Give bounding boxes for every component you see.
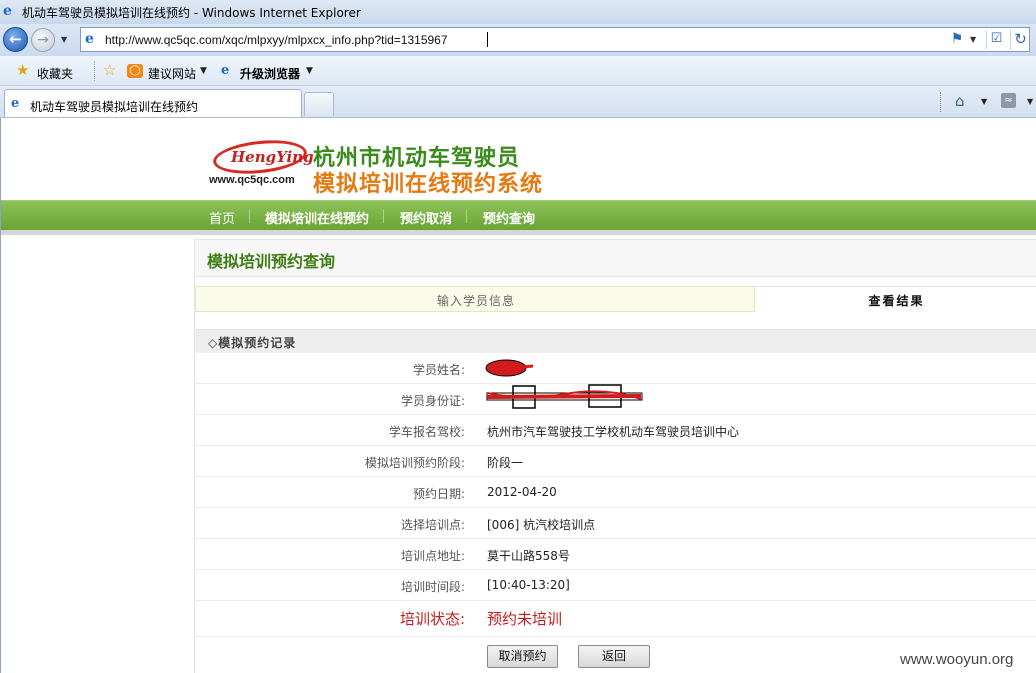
toolbar-grip	[940, 92, 942, 112]
site-title-line2: 模拟培训在线预约系统	[313, 172, 544, 197]
record-value: 2012-04-20	[487, 485, 557, 499]
home-dropdown-icon[interactable]: ▼	[981, 97, 987, 106]
record-label: 学员姓名:	[412, 363, 465, 377]
tab-bar: e 机动车驾驶员模拟培训在线预约 ⌂ ▼ ≈ ▼	[0, 86, 1036, 118]
logo-domain: www.qc5qc.com	[209, 174, 295, 186]
suggested-sites-dropdown-icon[interactable]: ▼	[200, 66, 207, 76]
page-title: 模拟培训预约查询	[207, 252, 336, 271]
page-check-icon[interactable]: ☑	[986, 31, 1006, 49]
record-row-name: 学员姓名:	[195, 353, 1036, 384]
tab-active[interactable]: e 机动车驾驶员模拟培训在线预约	[4, 89, 302, 117]
nav-divider	[249, 209, 250, 223]
record-row-status: 培训状态: 预约未培训	[195, 601, 1036, 637]
logo-brand: HengYing	[231, 148, 314, 166]
record-row-school: 学车报名驾校: 杭州市汽车驾驶技工学校机动车驾驶员培训中心	[195, 415, 1036, 446]
feeds-icon[interactable]: ≈	[1001, 93, 1016, 108]
home-icon[interactable]: ⌂	[955, 92, 965, 110]
status-value: 预约未培训	[487, 610, 563, 628]
record-label: 预约日期:	[412, 487, 465, 501]
record-label: 学员身份证:	[400, 394, 465, 408]
new-tab-button[interactable]	[304, 92, 334, 116]
ie-upgrade-icon[interactable]: e	[221, 63, 236, 78]
record-row-time: 培训时间段: [10:40-13:20]	[195, 570, 1036, 601]
history-dropdown-icon[interactable]: ▼	[61, 35, 71, 45]
record-value: 莫干山路558号	[487, 549, 570, 563]
feeds-dropdown-icon[interactable]: ▼	[1027, 97, 1033, 106]
status-label: 培训状态:	[399, 610, 465, 628]
address-dropdown-icon[interactable]: ▼	[970, 35, 976, 44]
step-input-info[interactable]: 输入学员信息	[195, 286, 755, 312]
site-logo[interactable]: HengYing www.qc5qc.com 杭州市机动车驾驶员 模拟培训在线预…	[209, 136, 549, 197]
back-button[interactable]: ←	[3, 27, 28, 52]
ie-window: e 机动车驾驶员模拟培训在线预约 - Windows Internet Expl…	[0, 0, 1036, 673]
cancel-booking-button[interactable]: 取消预约	[487, 645, 558, 668]
main-nav: 首页 模拟培训在线预约 预约取消 预约查询	[1, 200, 1036, 230]
record-value: [006] 杭汽校培训点	[487, 518, 596, 532]
watermark: www.wooyun.org	[900, 651, 1014, 668]
url-input[interactable]: http://www.qc5qc.com/xqc/mlpxyy/mlpxcx_i…	[105, 33, 448, 47]
back-button[interactable]: 返回	[578, 645, 650, 668]
add-favorite-icon[interactable]: ☆	[103, 63, 116, 78]
record-row-address: 培训点地址: 莫干山路558号	[195, 539, 1036, 570]
navigation-bar: ← → ▼ e http://www.qc5qc.com/xqc/mlpxyy/…	[0, 24, 1036, 56]
record-header: ◇模拟预约记录	[195, 329, 1036, 353]
step-view-result[interactable]: 查看结果	[755, 286, 1036, 312]
upgrade-dropdown-icon[interactable]: ▼	[306, 66, 313, 76]
address-bar[interactable]: e http://www.qc5qc.com/xqc/mlpxyy/mlpxcx…	[80, 27, 1030, 52]
record-row-id: 学员身份证:	[195, 384, 1036, 415]
page-icon: e	[85, 31, 94, 47]
tab-label[interactable]: 机动车驾驶员模拟培训在线预约	[30, 98, 198, 115]
record-label: 学车报名驾校:	[388, 425, 465, 439]
record-label: 模拟培训预约阶段:	[364, 456, 465, 470]
record-label: 选择培训点:	[400, 518, 465, 532]
step-input-info-label: 输入学员信息	[436, 294, 515, 308]
favorites-star-icon[interactable]: ★	[16, 63, 29, 78]
suggested-sites-button[interactable]: 建议网站	[148, 65, 196, 82]
redaction-mark-name	[485, 359, 534, 377]
redaction-mark-id	[486, 384, 643, 409]
upgrade-browser-button[interactable]: 升级浏览器	[240, 65, 300, 82]
record-label: 培训时间段:	[400, 580, 465, 594]
toolbar-separator	[94, 61, 96, 81]
nav-divider	[466, 209, 467, 223]
favorites-button[interactable]: 收藏夹	[37, 65, 73, 82]
record-label: 培训点地址:	[400, 549, 465, 563]
step-view-result-label: 查看结果	[868, 294, 925, 308]
nav-home[interactable]: 首页	[209, 208, 235, 227]
title-bar: e 机动车驾驶员模拟培训在线预约 - Windows Internet Expl…	[0, 0, 1036, 24]
suggested-sites-icon[interactable]: ◯	[127, 64, 143, 78]
record-row-site: 选择培训点: [006] 杭汽校培训点	[195, 508, 1036, 539]
step-tabs: 输入学员信息 查看结果	[195, 286, 1036, 312]
ie-logo-icon: e	[3, 3, 12, 19]
section-header: 模拟培训预约查询	[195, 239, 1036, 277]
text-cursor	[487, 32, 488, 47]
record-panel: ◇模拟预约记录 学员姓名: 学员身份证: 学车报名驾校: 杭州市汽车驾驶技工学校…	[195, 329, 1036, 673]
nav-query-booking[interactable]: 预约查询	[483, 208, 535, 227]
refresh-icon[interactable]: ↻	[1010, 30, 1030, 50]
nav-cancel-booking[interactable]: 预约取消	[400, 208, 452, 227]
nav-book-training[interactable]: 模拟培训在线预约	[265, 208, 369, 227]
tab-page-icon: e	[11, 96, 20, 111]
record-row-stage: 模拟培训预约阶段: 阶段一	[195, 446, 1036, 477]
record-header-label: ◇模拟预约记录	[208, 336, 297, 350]
compatibility-view-icon[interactable]: ⚑	[947, 31, 967, 49]
nav-shadow	[1, 230, 1036, 235]
web-page: HengYing www.qc5qc.com 杭州市机动车驾驶员 模拟培训在线预…	[0, 118, 1036, 673]
record-value: 杭州市汽车驾驶技工学校机动车驾驶员培训中心	[487, 425, 740, 439]
record-value: [10:40-13:20]	[487, 578, 570, 592]
window-title: 机动车驾驶员模拟培训在线预约 - Windows Internet Explor…	[22, 6, 361, 20]
record-value: 阶段一	[487, 456, 524, 470]
forward-button[interactable]: →	[31, 28, 55, 52]
nav-divider	[383, 209, 384, 223]
record-row-date: 预约日期: 2012-04-20	[195, 477, 1036, 508]
main-content: 模拟培训预约查询 输入学员信息 查看结果 ◇模拟预约记录 学员姓名: 学员身份证…	[194, 239, 1036, 673]
favorites-bar: ★ 收藏夹 ☆ ◯ 建议网站 ▼ e 升级浏览器 ▼	[0, 56, 1036, 86]
